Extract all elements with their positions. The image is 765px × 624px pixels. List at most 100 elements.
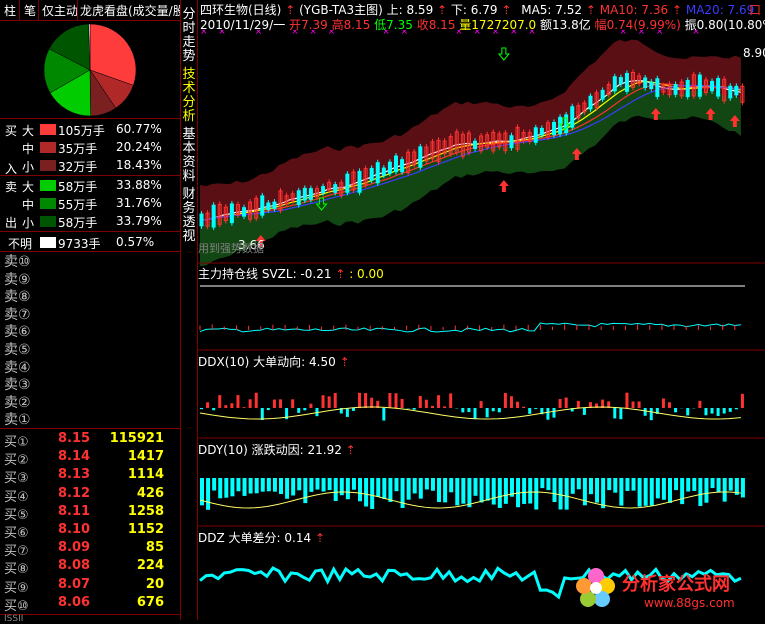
ddy-bar bbox=[425, 478, 429, 489]
flow-row-unknown: 不明 9733手 0.57% bbox=[0, 233, 180, 251]
vtab-technical[interactable]: 技术分析 bbox=[181, 68, 197, 124]
ddy-bar bbox=[322, 478, 326, 492]
main-indicator-name: (YGB-TA3主图) bbox=[299, 3, 383, 17]
bid-row[interactable]: 买⑤ 8.11 1258 bbox=[0, 504, 180, 521]
ddy-bar bbox=[364, 478, 368, 506]
ddx-value: 大单动向: 4.50 bbox=[253, 355, 336, 369]
ddx-bar bbox=[419, 396, 422, 408]
ddx-bar bbox=[480, 401, 483, 408]
ddy-bar bbox=[680, 478, 684, 504]
tab-bar-chart[interactable]: 柱 bbox=[4, 2, 16, 19]
bid-volume: 1417 bbox=[128, 449, 164, 464]
ddy-bar bbox=[328, 478, 332, 490]
ddz-header: DDZ 大单差分: 0.14 ⇡ bbox=[198, 529, 325, 546]
ddx-bar bbox=[498, 408, 501, 412]
ddy-bar bbox=[407, 478, 411, 500]
ddy-bar bbox=[571, 478, 575, 494]
bid-level-label: 买② bbox=[4, 449, 29, 468]
ddx-bar bbox=[474, 408, 477, 419]
flower-logo-icon bbox=[574, 566, 618, 610]
tab-active-only[interactable]: 仅主动 bbox=[42, 2, 78, 19]
ddy-bar bbox=[553, 478, 557, 502]
stock-name: 四环生物(日线) bbox=[200, 3, 281, 17]
ddx-bar bbox=[492, 408, 495, 411]
ma20-label: MA20: 7.69 bbox=[686, 3, 754, 17]
ddy-bar bbox=[546, 478, 550, 490]
ddx-bar bbox=[644, 408, 647, 416]
ask-level-label: 卖① bbox=[4, 409, 31, 429]
ddy-bar bbox=[303, 478, 307, 503]
left-tab-bar: 柱 笔 仅主动 龙虎看盘(成交量/股 bbox=[0, 0, 180, 21]
svzl-header: 主力持仓线 SVZL: -0.21 ⇡ : 0.00 bbox=[198, 265, 384, 282]
bid-row[interactable]: 买① 8.15 115921 bbox=[0, 431, 180, 448]
kline-chart-area: 四环生物(日线) ⇡ (YGB-TA3主图) 上: 8.59 ⇡ 下: 6.79… bbox=[198, 0, 765, 620]
candle-body bbox=[553, 122, 556, 134]
bid-row[interactable]: 买⑦ 8.09 85 bbox=[0, 540, 180, 557]
flow-amount: 35万手 bbox=[58, 140, 97, 157]
tab-stroke[interactable]: 笔 bbox=[24, 2, 36, 19]
ddx-bar bbox=[279, 399, 282, 408]
ddx-bar bbox=[704, 408, 707, 415]
ddy-bar bbox=[249, 478, 253, 494]
bid-row[interactable]: 买⑨ 8.07 20 bbox=[0, 577, 180, 594]
ddx-bar bbox=[401, 399, 404, 408]
ddx-bar bbox=[504, 393, 507, 408]
candle-body bbox=[686, 80, 689, 96]
ddx-bar bbox=[619, 408, 622, 419]
ddy-bar bbox=[212, 478, 216, 491]
candle-body bbox=[419, 147, 422, 167]
user-text: 用到强势数据 bbox=[198, 240, 264, 256]
candle-body bbox=[358, 171, 361, 192]
signal-cross-icon: × bbox=[619, 30, 627, 37]
ddy-bar bbox=[534, 478, 538, 510]
ddx-bar bbox=[741, 394, 744, 408]
bid-row[interactable]: 买⑥ 8.10 1152 bbox=[0, 522, 180, 539]
ddy-bar bbox=[480, 478, 484, 502]
candle-body bbox=[243, 208, 246, 216]
ddy-bar bbox=[279, 478, 283, 494]
candle-body bbox=[200, 214, 203, 226]
vtab-intraday[interactable]: 分时走势 bbox=[181, 8, 197, 64]
high-mark-label: 8.90 bbox=[743, 46, 765, 60]
ddy-bar bbox=[285, 478, 289, 499]
bid-row[interactable]: 买⑩ 8.06 676 bbox=[0, 595, 180, 612]
ddx-bar bbox=[729, 408, 732, 412]
ddx-bar bbox=[236, 395, 239, 408]
buy-arrow-icon bbox=[499, 180, 509, 192]
flow-amount: 55万手 bbox=[58, 196, 97, 213]
candle-body bbox=[388, 162, 391, 173]
unknown-swatch bbox=[40, 237, 56, 248]
tab-dragon-tiger[interactable]: 龙虎看盘(成交量/股 bbox=[80, 2, 180, 19]
ddx-bar bbox=[230, 403, 233, 408]
bid-row[interactable]: 买④ 8.12 426 bbox=[0, 486, 180, 503]
candle-body bbox=[534, 128, 537, 142]
ddy-bar bbox=[206, 478, 210, 510]
bid-row[interactable]: 买⑧ 8.08 224 bbox=[0, 558, 180, 575]
candle-body bbox=[656, 79, 659, 97]
ddy-bar bbox=[656, 478, 660, 498]
watermark-url: www.88gs.com bbox=[644, 596, 735, 610]
ddy-bar bbox=[638, 478, 642, 507]
ddy-bar bbox=[668, 478, 672, 503]
ddx-bar bbox=[382, 408, 385, 421]
candle-body bbox=[273, 202, 276, 208]
candle-body bbox=[212, 205, 215, 227]
ddx-bar bbox=[723, 408, 726, 414]
ddx-bar bbox=[510, 396, 513, 408]
bid-row[interactable]: 买③ 8.13 1114 bbox=[0, 467, 180, 484]
flow-color-swatch bbox=[40, 198, 56, 209]
vtab-fundamental[interactable]: 基本资料 bbox=[181, 128, 197, 184]
vtab-financial[interactable]: 财务透视 bbox=[181, 188, 197, 244]
flow-size-label: 大 bbox=[22, 122, 34, 139]
ddy-bar bbox=[273, 478, 277, 492]
bid-level-label: 买⑤ bbox=[4, 504, 29, 523]
ddx-bar bbox=[735, 408, 738, 409]
bid-price: 8.09 bbox=[58, 540, 90, 555]
bid-row[interactable]: 买② 8.14 1417 bbox=[0, 449, 180, 466]
bid-price: 8.07 bbox=[58, 577, 90, 592]
candle-body bbox=[729, 86, 732, 98]
bid-price: 8.08 bbox=[58, 558, 90, 573]
bid-volume: 20 bbox=[146, 577, 164, 592]
ddx-bar bbox=[291, 399, 294, 408]
ddx-bar bbox=[358, 393, 361, 408]
